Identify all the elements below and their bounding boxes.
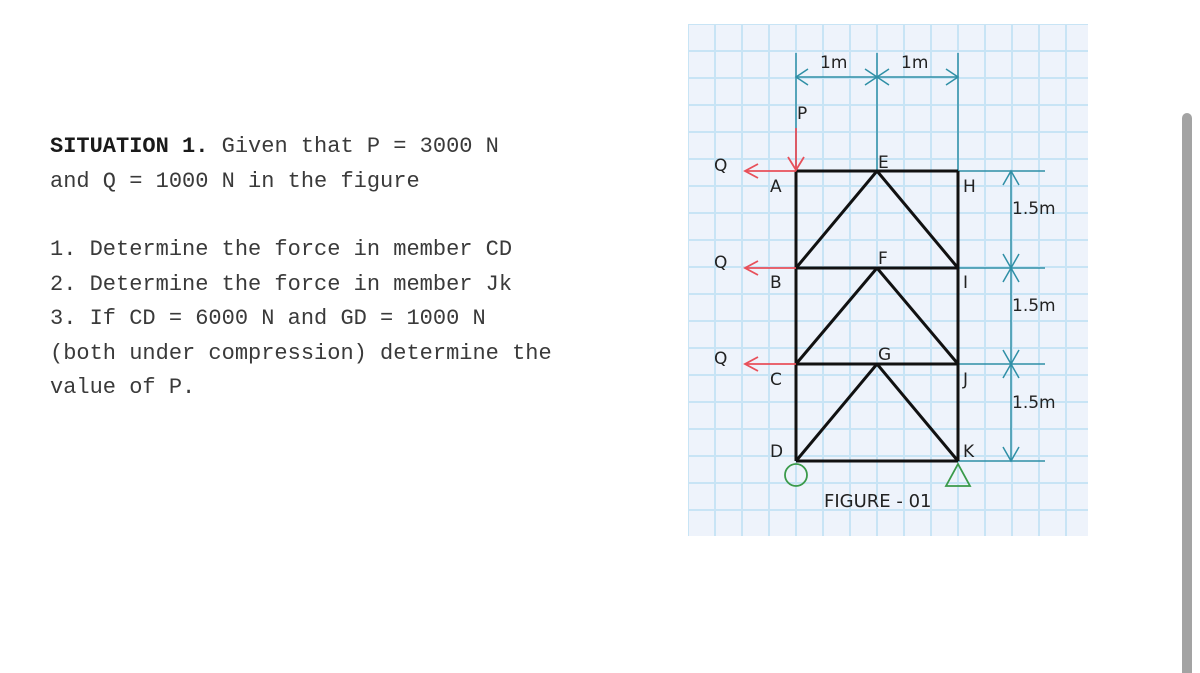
question-1: 1. Determine the force in member CD: [50, 237, 513, 262]
question-3-end: value of P.: [50, 375, 196, 400]
dim-label-3: 1.5m: [1012, 199, 1056, 219]
label-q2: Q: [714, 253, 727, 273]
truss-figure: 1m 1m 1.5m 1.5m 1.5m P Q Q Q A B C D E F…: [687, 23, 1088, 536]
situation-heading: SITUATION 1.: [50, 134, 209, 159]
node-b: B: [770, 273, 782, 293]
label-q1: Q: [714, 156, 727, 176]
question-2: 2. Determine the force in member Jk: [50, 271, 513, 297]
node-h: H: [963, 177, 976, 197]
truss-diagram: 1m 1m 1.5m 1.5m 1.5m P Q Q Q A B C D E F…: [687, 23, 1088, 536]
scrollbar[interactable]: [1182, 113, 1192, 673]
question-3-cont: (both under compression) determine the: [50, 340, 552, 366]
node-e: E: [878, 153, 889, 173]
dim-label-5: 1.5m: [1012, 393, 1056, 413]
node-f: F: [878, 249, 888, 269]
node-g: G: [878, 345, 891, 365]
label-q3: Q: [714, 349, 727, 369]
question-3: 3. If CD = 6000 N and GD = 1000 N: [50, 306, 486, 331]
intro-line-2: and Q = 1000 N in the figure: [50, 168, 420, 194]
given-values: Given that P = 3000 N: [208, 134, 499, 159]
node-c: C: [770, 370, 782, 390]
dim-label-2: 1m: [901, 53, 928, 73]
node-j: J: [962, 370, 968, 390]
intro-line-1: SITUATION 1. Given that P = 3000 N: [50, 130, 552, 165]
node-i: I: [963, 273, 968, 293]
dim-label-4: 1.5m: [1012, 296, 1056, 316]
label-p: P: [797, 104, 807, 124]
node-d: D: [770, 442, 783, 462]
node-k: K: [963, 442, 975, 462]
figure-caption: FIGURE - 01: [824, 491, 932, 512]
dim-label-1: 1m: [820, 53, 847, 73]
node-a: A: [770, 177, 782, 197]
problem-statement: SITUATION 1. Given that P = 3000 N and Q…: [50, 130, 552, 406]
